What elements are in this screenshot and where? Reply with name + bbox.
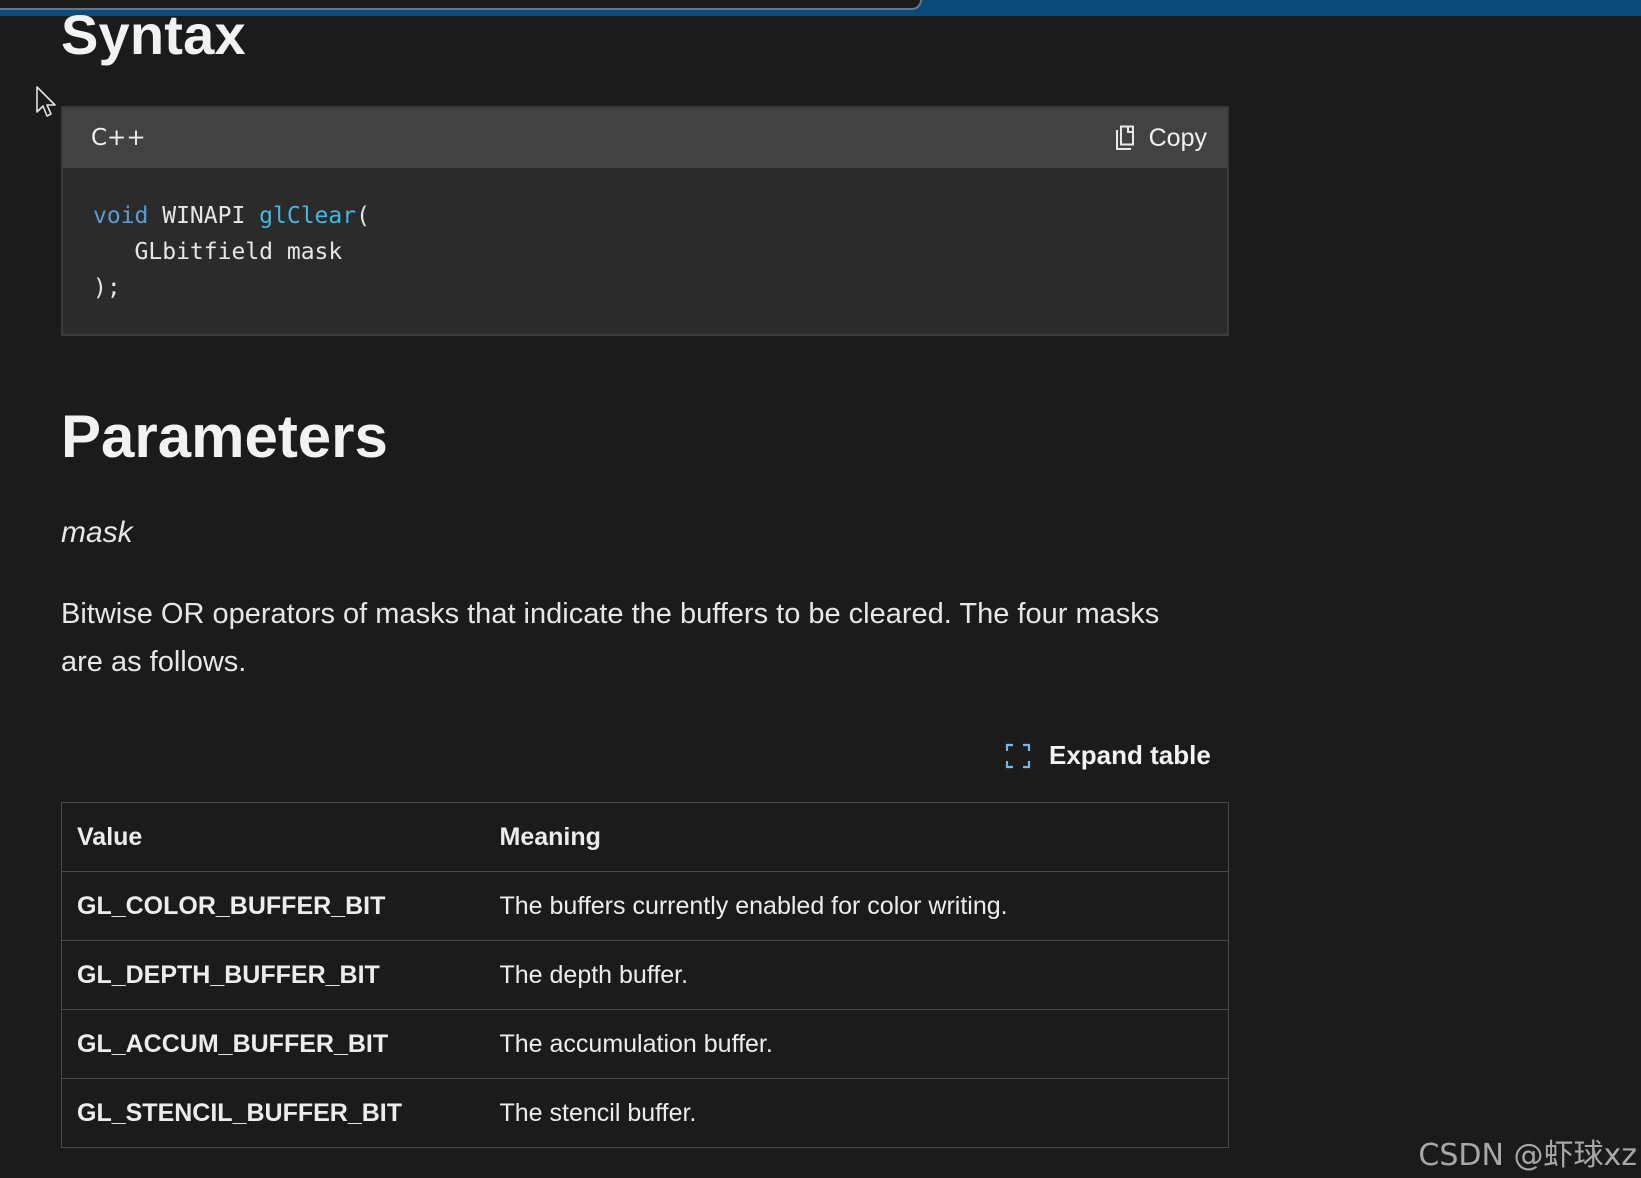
table-cell-value: GL_DEPTH_BUFFER_BIT bbox=[61, 940, 485, 1010]
column-header-value: Value bbox=[61, 802, 485, 872]
table-cell-meaning: The stencil buffer. bbox=[484, 1078, 1229, 1148]
parameters-table: Value Meaning GL_COLOR_BUFFER_BIT The bu… bbox=[61, 802, 1229, 1148]
copy-button[interactable]: Copy bbox=[1115, 124, 1207, 153]
table-cell-meaning: The buffers currently enabled for color … bbox=[484, 871, 1229, 941]
table-cell-value: GL_COLOR_BUFFER_BIT bbox=[61, 871, 485, 941]
table-cell-meaning: The accumulation buffer. bbox=[484, 1009, 1229, 1079]
code-language-label: C++ bbox=[91, 125, 146, 151]
column-header-meaning: Meaning bbox=[484, 802, 1229, 872]
expand-table-button[interactable]: Expand table bbox=[1005, 740, 1211, 771]
expand-icon bbox=[1005, 743, 1031, 768]
parameters-table-wrap: Value Meaning GL_COLOR_BUFFER_BIT The bu… bbox=[61, 802, 1229, 1148]
code-line-param: GLbitfield mask bbox=[93, 239, 343, 265]
table-row: GL_DEPTH_BUFFER_BIT The depth buffer. bbox=[61, 940, 1229, 1010]
code-keyword: void bbox=[93, 203, 149, 229]
mouse-cursor-icon bbox=[36, 86, 56, 117]
table-row: GL_ACCUM_BUFFER_BIT The accumulation buf… bbox=[61, 1009, 1229, 1079]
code-text: WINAPI bbox=[148, 203, 260, 229]
code-body: void WINAPI glClear( GLbitfield mask ); bbox=[63, 168, 1227, 306]
table-cell-value: GL_STENCIL_BUFFER_BIT bbox=[61, 1078, 485, 1148]
parameter-description: Bitwise OR operators of masks that indic… bbox=[61, 598, 1160, 678]
copy-icon bbox=[1115, 125, 1134, 150]
table-cell-value: GL_ACCUM_BUFFER_BIT bbox=[61, 1009, 485, 1079]
docs-page: Syntax C++ Copy void WINAPI glClear( GLb… bbox=[0, 0, 1641, 1178]
code-block: C++ Copy void WINAPI glClear( GLbitfield… bbox=[61, 106, 1229, 336]
syntax-heading: Syntax bbox=[61, 3, 246, 66]
watermark: CSDN @虾球xz bbox=[1418, 1138, 1637, 1173]
parameter-name: mask bbox=[61, 516, 133, 549]
table-cell-meaning: The depth buffer. bbox=[484, 940, 1229, 1010]
expand-table-label: Expand table bbox=[1049, 740, 1211, 770]
code-function-name: glClear bbox=[259, 203, 357, 229]
code-header: C++ Copy bbox=[63, 108, 1227, 168]
parameters-heading: Parameters bbox=[61, 403, 388, 470]
copy-button-label: Copy bbox=[1148, 123, 1207, 152]
browser-top-strip bbox=[0, 0, 1641, 16]
code-text: ( bbox=[356, 203, 370, 229]
table-row: GL_COLOR_BUFFER_BIT The buffers currentl… bbox=[61, 871, 1229, 941]
code-line-close: ); bbox=[93, 275, 121, 301]
table-row: GL_STENCIL_BUFFER_BIT The stencil buffer… bbox=[61, 1078, 1229, 1148]
table-header-row: Value Meaning bbox=[61, 802, 1229, 872]
